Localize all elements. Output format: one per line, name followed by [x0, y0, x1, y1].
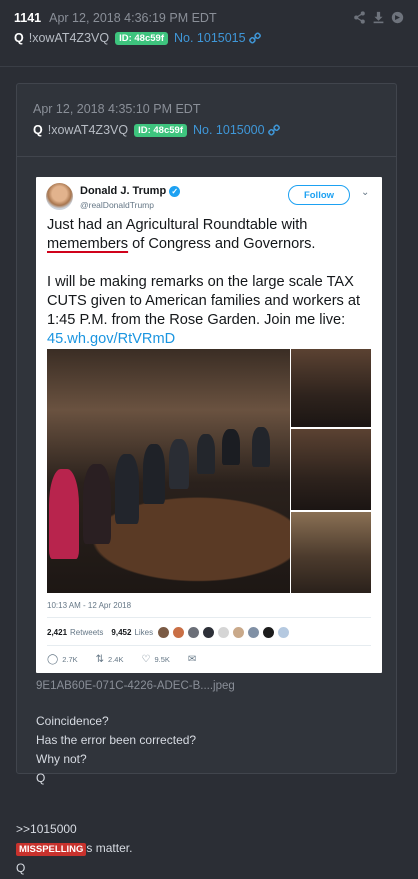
retweet-icon: ⇅ [95, 653, 105, 665]
highlighted-word: MISSPELLING [16, 843, 87, 856]
heart-icon: ♡ [141, 653, 151, 665]
retweets-label: Retweets [70, 627, 104, 637]
quoted-id-badge[interactable]: ID: 48c59f [134, 123, 187, 137]
reply-body: >>1015000 MISSPELLING s matter. Q [16, 820, 132, 878]
reply-icon: ◯ [47, 653, 59, 665]
tweet-link: 45.wh.gov/RtVRmD [47, 331, 176, 347]
header-divider [0, 66, 418, 67]
refresh-icon[interactable] [391, 11, 404, 24]
link-icon[interactable] [267, 124, 280, 136]
replies-count: 2.7K [62, 654, 78, 664]
tweet-stats: 2,421 Retweets 9,452 Likes [47, 624, 291, 640]
tweet-display-name: Donald J. Trump [80, 185, 167, 197]
message-icon: ✉ [187, 653, 197, 665]
post-number: 1141 [14, 11, 42, 25]
image-filename[interactable]: 9E1AB60E-071C-4226-ADEC-B....jpeg [36, 680, 235, 692]
reply-reference-link[interactable]: >>1015000 [16, 820, 132, 839]
post-actions [353, 11, 404, 24]
retweet-action-count: 2.4K [108, 654, 124, 664]
reply-signature: Q [16, 861, 26, 875]
tweet-photo-bottom-right [291, 512, 371, 593]
tripcode: !xowAT4Z3VQ [28, 31, 110, 45]
tweet-text: Just had an Agricultural Roundtable with… [47, 216, 377, 349]
like-action-count: 9.5K [154, 654, 170, 664]
post-number-link[interactable]: No. 1015015 [174, 31, 246, 45]
misspelled-word: memembers [47, 236, 129, 252]
likes-label: Likes [134, 627, 154, 637]
tweet-screenshot-image[interactable]: Donald J. Trump ✓ @realDonaldTrump Follo… [36, 177, 382, 673]
quoted-post-number-link[interactable]: No. 1015000 [193, 123, 265, 137]
quoted-post-date: Apr 12, 2018 4:35:10 PM EDT [33, 102, 201, 116]
tweet-text-line1-end: of Congress and Governors. [128, 236, 316, 252]
quoted-post: Apr 12, 2018 4:35:10 PM EDT Q !xowAT4Z3V… [16, 83, 397, 785]
tweet-photo-mid-right [291, 429, 371, 510]
tweet-text-para2: I will be making remarks on the large sc… [47, 274, 361, 328]
retweets-count: 2,421 [47, 627, 68, 637]
quoted-tripcode: !xowAT4Z3VQ [47, 123, 129, 137]
tweet-actions: ◯ 2.7K ⇅ 2.4K ♡ 9.5K ✉ [47, 652, 218, 666]
body-line: Has the error been corrected? [36, 733, 197, 747]
id-badge[interactable]: ID: 48c59f [115, 31, 168, 45]
body-line: Why not? [36, 752, 87, 766]
follow-button: Follow [288, 185, 350, 205]
liker-avatars [157, 625, 291, 639]
post-header: 1141 Apr 12, 2018 4:36:19 PM EDT Q !xowA… [14, 10, 404, 47]
reply-text: s matter. [86, 841, 133, 855]
quoted-header-divider [17, 156, 396, 157]
quoted-post-header: Apr 12, 2018 4:35:10 PM EDT Q !xowAT4Z3V… [33, 102, 280, 139]
verified-icon: ✓ [169, 185, 181, 197]
post-date: Apr 12, 2018 4:36:19 PM EDT [49, 11, 217, 25]
poster-name: Q [14, 31, 24, 45]
tweet-timestamp: 10:13 AM - 12 Apr 2018 [47, 601, 132, 610]
chevron-down-icon: ⌄ [361, 187, 370, 198]
quoted-post-body: Coincidence? Has the error been correcte… [36, 712, 196, 788]
body-line: Coincidence? [36, 714, 109, 728]
quoted-poster-name: Q [33, 123, 43, 137]
tweet-photo-grid [47, 349, 371, 593]
tweet-text-line1: Just had an Agricultural Roundtable with [47, 217, 308, 233]
body-line: Q [36, 771, 46, 785]
tweet-photo-top-right [291, 349, 371, 427]
share-icon[interactable] [353, 11, 366, 24]
link-icon[interactable] [248, 32, 261, 44]
tweet-photo-main [47, 349, 290, 593]
tweet-handle: @realDonaldTrump [80, 200, 154, 210]
download-icon[interactable] [372, 11, 385, 24]
likes-count: 9,452 [111, 627, 132, 637]
tweet-avatar [46, 183, 73, 210]
